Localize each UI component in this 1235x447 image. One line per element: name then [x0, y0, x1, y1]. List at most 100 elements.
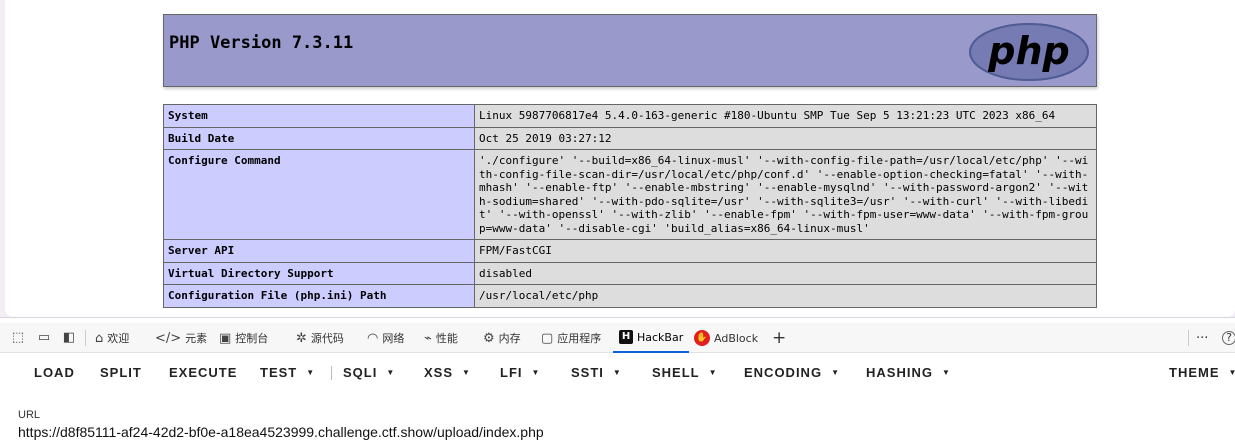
info-row: Server API FPM/FastCGI: [163, 239, 1097, 263]
info-value: './configure' '--build=x86_64-linux-musl…: [474, 149, 1097, 240]
ssti-dropdown[interactable]: SSTI ▼: [571, 365, 622, 380]
caret-down-icon: ▼: [306, 368, 316, 377]
hackbar-toolbar: LOAD SPLIT EXECUTE TEST ▼ SQLI ▼ XSS ▼ LFI ▼…: [0, 358, 1235, 388]
hackbar-icon: H: [619, 330, 633, 344]
toolbar-divider: [331, 366, 332, 380]
encoding-label: ENCODING: [744, 365, 823, 380]
memory-icon: ⚙: [483, 330, 495, 346]
caret-down-icon: ▼: [612, 368, 622, 377]
more-options-button[interactable]: ···: [1196, 323, 1208, 353]
toolbar-divider: [85, 330, 86, 346]
info-key: System: [163, 104, 475, 128]
tab-memory[interactable]: ⚙ 内存: [483, 323, 521, 353]
info-row: Virtual Directory Support disabled: [163, 261, 1097, 285]
caret-down-icon: ▼: [386, 368, 396, 377]
more-icon: ···: [1196, 330, 1209, 346]
toolbar-divider: [1188, 330, 1189, 346]
info-key: Build Date: [163, 126, 475, 150]
test-dropdown[interactable]: TEST ▼: [260, 365, 315, 380]
tab-label: 应用程序: [557, 332, 602, 345]
tab-elements[interactable]: </> 元素: [155, 323, 207, 353]
caret-down-icon: ▼: [531, 368, 541, 377]
hashing-label: HASHING: [866, 365, 933, 380]
inspect-element-icon[interactable]: ⬚: [10, 330, 26, 346]
performance-icon: ⌁: [424, 330, 432, 346]
caret-down-icon: ▼: [708, 368, 718, 377]
tab-adblock[interactable]: ✋ AdBlock: [694, 323, 758, 353]
caret-down-icon: ▼: [462, 368, 471, 377]
info-value: disabled: [474, 261, 1097, 285]
info-row: Build Date Oct 25 2019 03:27:12: [163, 126, 1097, 150]
phpinfo-table: System Linux 5987706817e4 5.4.0-163-gener…: [163, 104, 1097, 308]
caret-down-icon: ▼: [1228, 368, 1235, 377]
shell-dropdown[interactable]: SHELL ▼: [652, 365, 718, 380]
devtools-tab-bar: ⬚ ▭ ◧ ⌂ 欢迎 </> 元素 ▣ 控制台 ✲ 源代码 ◠ 网络 ⌁ 性能 ⚙ 内存 ▢ 应…: [0, 323, 1235, 353]
info-value: FPM/FastCGI: [474, 239, 1097, 263]
tab-console[interactable]: ▣ 控制台: [219, 323, 268, 353]
info-key: Server API: [163, 239, 475, 263]
tab-label: 控制台: [235, 332, 269, 345]
bug-icon: ✲: [296, 330, 307, 346]
theme-dropdown[interactable]: THEME ▼: [1169, 365, 1235, 380]
encoding-dropdown[interactable]: ENCODING ▼: [744, 365, 840, 380]
help-button[interactable]: ?: [1222, 323, 1235, 353]
adblock-icon: ✋: [694, 330, 710, 346]
tab-application[interactable]: ▢ 应用程序: [541, 323, 601, 353]
sqli-dropdown[interactable]: SQLI ▼: [343, 365, 395, 380]
lfi-label: LFI: [500, 365, 523, 380]
tab-performance[interactable]: ⌁ 性能: [424, 323, 458, 353]
tab-label: 网络: [382, 332, 405, 345]
theme-label: THEME: [1169, 365, 1220, 380]
info-value: Linux 5987706817e4 5.4.0-163-generic #18…: [474, 104, 1097, 128]
info-key: Configuration File (php.ini) Path: [163, 284, 475, 308]
console-icon: ▣: [219, 330, 232, 346]
php-logo: php: [969, 23, 1089, 81]
caret-down-icon: ▼: [941, 368, 951, 377]
tab-label: 内存: [498, 332, 521, 345]
shell-label: SHELL: [652, 365, 700, 380]
add-tab-button[interactable]: +: [772, 323, 786, 353]
tab-label: AdBlock: [714, 331, 759, 345]
php-logo-text: php: [987, 29, 1069, 73]
hashing-dropdown[interactable]: HASHING ▼: [866, 365, 951, 380]
plus-icon: +: [772, 328, 787, 348]
info-value: Oct 25 2019 03:27:12: [474, 126, 1097, 150]
url-field-label: URL: [18, 409, 41, 421]
lfi-dropdown[interactable]: LFI ▼: [500, 365, 540, 380]
xss-dropdown[interactable]: XSS ▼: [424, 365, 471, 380]
ssti-label: SSTI: [571, 365, 604, 380]
php-version-title: PHP Version 7.3.11: [169, 33, 354, 53]
tab-label: 性能: [435, 332, 458, 345]
help-icon: ?: [1222, 331, 1235, 345]
url-input[interactable]: https://d8f85111-af24-42d2-bf0e-a18ea452…: [18, 424, 544, 440]
home-icon: ⌂: [95, 330, 104, 346]
tab-sources[interactable]: ✲ 源代码: [296, 323, 344, 353]
tab-label: 源代码: [310, 332, 344, 345]
wifi-icon: ◠: [367, 330, 379, 346]
tab-network[interactable]: ◠ 网络: [367, 323, 404, 353]
php-version-header: PHP Version 7.3.11 php: [163, 14, 1097, 87]
sqli-label: SQLI: [343, 365, 378, 380]
xss-label: XSS: [424, 365, 454, 380]
load-button[interactable]: LOAD: [34, 365, 75, 380]
device-emulation-icon[interactable]: ▭: [36, 330, 52, 346]
split-button[interactable]: SPLIT: [100, 365, 142, 380]
devtools-panel: ⬚ ▭ ◧ ⌂ 欢迎 </> 元素 ▣ 控制台 ✲ 源代码 ◠ 网络 ⌁ 性能 ⚙ 内存 ▢ 应…: [0, 317, 1235, 447]
application-icon: ▢: [541, 330, 554, 346]
page-viewport: PHP Version 7.3.11 php System Linux 59877…: [5, 0, 1235, 317]
tab-label: 元素: [185, 332, 208, 345]
info-row: System Linux 5987706817e4 5.4.0-163-gener…: [163, 104, 1097, 128]
tab-label: HackBar: [637, 330, 684, 344]
caret-down-icon: ▼: [831, 368, 840, 377]
info-row: Configure Command './configure' '--build=…: [163, 149, 1097, 240]
test-label: TEST: [260, 365, 298, 380]
execute-button[interactable]: EXECUTE: [169, 365, 237, 380]
info-value: /usr/local/etc/php: [474, 284, 1097, 308]
code-icon: </>: [155, 330, 182, 346]
info-row: Configuration File (php.ini) Path/usr/lo…: [163, 284, 1097, 308]
info-key: Virtual Directory Support: [163, 261, 475, 285]
tab-hackbar[interactable]: H HackBar: [613, 323, 690, 353]
tab-label: 欢迎: [107, 332, 130, 345]
tab-welcome[interactable]: ⌂ 欢迎: [95, 323, 129, 353]
dock-panel-icon[interactable]: ◧: [61, 330, 77, 346]
